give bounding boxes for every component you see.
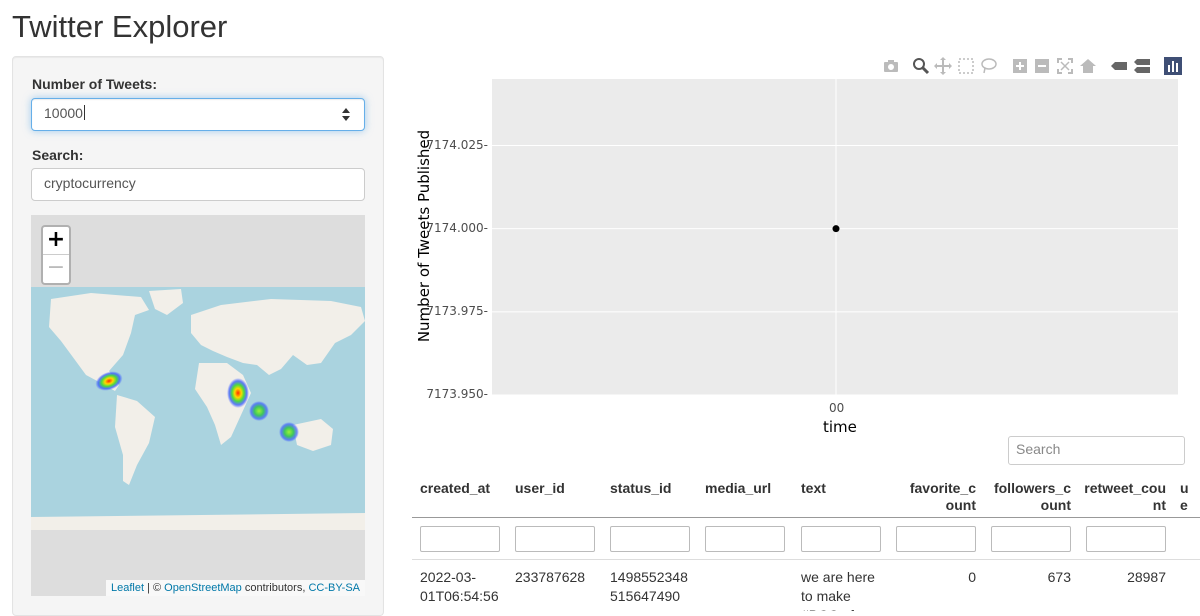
- heatmap-map[interactable]: + − Leaflet | © OpenStreetMap contributo…: [31, 215, 365, 596]
- table-cell-followers-count: 673: [1047, 569, 1071, 585]
- x-tick-label: 00: [829, 401, 845, 415]
- column-filter-input[interactable]: [515, 526, 595, 552]
- column-header-favorite-count[interactable]: favorite_c ount: [910, 480, 976, 514]
- x-axis-title: time: [823, 418, 857, 436]
- column-header-user-id[interactable]: user_id: [515, 480, 565, 497]
- plot-modebar: [880, 57, 1185, 77]
- plotly-logo-icon[interactable]: [1164, 57, 1182, 75]
- reset-axes-icon[interactable]: [1079, 57, 1097, 75]
- table-cell-status-id: 1498552348 515647490: [610, 569, 688, 604]
- column-filter-input[interactable]: [610, 526, 690, 552]
- column-header-status-id[interactable]: status_id: [610, 480, 671, 497]
- data-table: created_at user_id status_id media_url text f…: [412, 470, 1200, 611]
- zoom-in-button[interactable]: +: [43, 227, 69, 255]
- column-filter-input[interactable]: [801, 526, 881, 552]
- tweets-count-label: Number of Tweets:: [32, 76, 157, 92]
- plot-canvas: [492, 79, 1178, 395]
- attribution-separator: | ©: [144, 582, 165, 594]
- column-filter-input[interactable]: [1086, 526, 1166, 552]
- header-rule: [412, 517, 1200, 518]
- zoom-out-button[interactable]: −: [43, 255, 69, 283]
- y-axis-title: Number of Tweets Published: [415, 129, 433, 343]
- search-input[interactable]: cryptocurrency: [31, 168, 365, 201]
- table-cell-created-at: 2022-03- 01T06:54:56: [420, 569, 499, 604]
- column-filter-input[interactable]: [896, 526, 976, 552]
- search-input-value: cryptocurrency: [44, 175, 136, 191]
- column-filter-input[interactable]: [991, 526, 1071, 552]
- column-header-media-url[interactable]: media_url: [705, 480, 771, 497]
- hover-closest-icon[interactable]: [1110, 57, 1128, 75]
- tweets-count-input[interactable]: 10000: [31, 98, 365, 131]
- map-attribution: Leaflet | © OpenStreetMap contributors, …: [105, 580, 365, 596]
- y-tick-label: 7174.000-: [426, 220, 488, 235]
- license-link[interactable]: CC-BY-SA: [308, 582, 360, 594]
- world-map-tiles: [31, 287, 365, 530]
- autoscale-icon[interactable]: [1056, 57, 1074, 75]
- table-cell-text: we are hereto make#BCC of: [801, 569, 875, 611]
- table-cell-favorite-count: 0: [968, 569, 976, 585]
- table-cell-user-id: 233787628: [515, 569, 586, 585]
- leaflet-link[interactable]: Leaflet: [111, 582, 144, 594]
- column-header-created-at[interactable]: created_at: [420, 480, 490, 497]
- app-title: Twitter Explorer: [12, 9, 228, 44]
- plot-area[interactable]: [492, 79, 1178, 395]
- search-label: Search:: [32, 147, 84, 163]
- table-search-input[interactable]: Search: [1008, 436, 1185, 465]
- zoom-in-icon[interactable]: [1011, 57, 1029, 75]
- pan-icon[interactable]: [934, 57, 952, 75]
- column-header-retweet-count[interactable]: retweet_cou nt: [1084, 480, 1166, 514]
- lasso-icon[interactable]: [980, 57, 998, 75]
- sidebar-panel: Number of Tweets: 10000 Search: cryptocu…: [12, 56, 384, 616]
- row-rule: [412, 559, 1200, 560]
- y-tick-label: 7174.025-: [426, 137, 488, 152]
- map-zoom-control: + −: [41, 225, 71, 285]
- camera-icon[interactable]: [882, 57, 900, 75]
- table-cell-retweet-count: 28987: [1127, 569, 1166, 585]
- column-header-text[interactable]: text: [801, 480, 826, 497]
- zoom-icon[interactable]: [912, 57, 930, 75]
- tweets-count-value: 10000: [44, 105, 83, 121]
- zoom-out-icon[interactable]: [1033, 57, 1051, 75]
- osm-link[interactable]: OpenStreetMap: [164, 582, 242, 594]
- number-stepper-icon[interactable]: [341, 108, 350, 122]
- column-filter-input[interactable]: [705, 526, 785, 552]
- data-point[interactable]: [832, 225, 840, 233]
- column-header-followers-count[interactable]: followers_c ount: [994, 480, 1071, 514]
- y-tick-label: 7173.950-: [426, 387, 488, 401]
- box-select-icon[interactable]: [957, 57, 975, 75]
- y-tick-label: 7173.975-: [426, 303, 488, 318]
- attribution-contributors: contributors,: [241, 582, 309, 594]
- hover-compare-icon[interactable]: [1133, 57, 1151, 75]
- column-header-u[interactable]: ue: [1180, 480, 1189, 514]
- column-filter-input[interactable]: [420, 526, 500, 552]
